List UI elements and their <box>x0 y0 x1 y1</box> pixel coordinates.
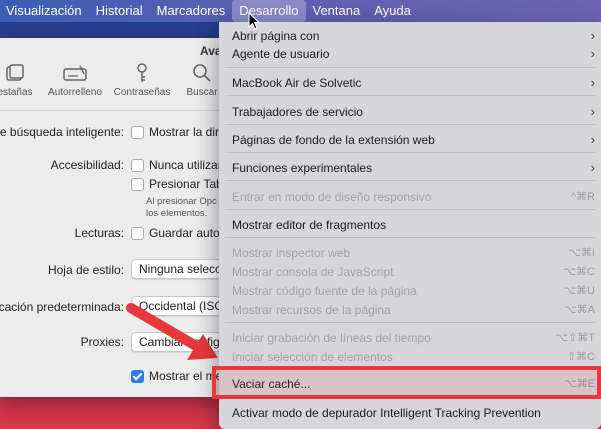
tabs-icon <box>0 62 38 84</box>
menu-item-agente-de-usuario[interactable]: Agente de usuario › <box>219 45 601 63</box>
annotation-arrow <box>126 303 218 360</box>
menu-ventana[interactable]: Ventana <box>306 0 368 22</box>
menu-separator <box>225 237 595 238</box>
show-menu-checkbox[interactable] <box>131 370 144 383</box>
menu-item-editor-de-fragmentos[interactable]: Mostrar editor de fragmentos <box>219 216 601 234</box>
toolbar-search-label: Buscar <box>186 87 218 98</box>
chevron-right-icon: › <box>590 132 595 147</box>
menu-separator <box>225 95 595 96</box>
smart-search-option: Mostrar la dire <box>149 125 226 139</box>
toolbar-autofill[interactable]: Autorrelleno <box>44 62 106 98</box>
accessibility-note-1: Al presionar Opc <box>146 196 217 207</box>
menu-item-consola-javascript[interactable]: Mostrar consola de JavaScript ⌥⌘C <box>219 263 601 281</box>
encoding-label: icación predeterminada: <box>0 300 124 314</box>
toolbar-tabs[interactable]: estañas <box>0 62 38 98</box>
menu-bar: Visualización Historial Marcadores Desar… <box>0 0 601 22</box>
menu-separator <box>225 152 595 153</box>
search-icon <box>180 62 224 84</box>
chevron-right-icon: › <box>590 160 595 175</box>
menu-historial[interactable]: Historial <box>89 0 150 22</box>
toolbar-tabs-label: estañas <box>0 87 33 98</box>
mouse-cursor-icon <box>248 12 260 30</box>
menu-separator <box>225 67 595 68</box>
reading-checkbox[interactable] <box>131 227 144 240</box>
menu-marcadores[interactable]: Marcadores <box>150 0 233 22</box>
menu-item-seleccion-elementos[interactable]: Iniciar selección de elementos ⇧⌘C <box>219 348 601 366</box>
accessibility-option-1: Nunca utilizar <box>149 158 222 172</box>
stylesheet-label: Hoja de estilo: <box>47 263 124 277</box>
menu-item-codigo-fuente[interactable]: Mostrar código fuente de la página ⌥⌘U <box>219 282 601 300</box>
menu-item-grabacion-lineas-tiempo[interactable]: Iniciar grabación de líneas del tiempo ⌥⇧… <box>219 329 601 347</box>
reading-label: Lecturas: <box>74 226 124 240</box>
accessibility-checkbox-2[interactable] <box>131 178 144 191</box>
menu-separator <box>225 322 595 323</box>
menu-item-funciones-experimentales[interactable]: Funciones experimentales › <box>219 159 601 177</box>
menu-item-inspector-web[interactable]: Mostrar inspector web ⌥⌘I <box>219 244 601 262</box>
smart-search-checkbox[interactable] <box>131 126 144 139</box>
proxies-label: Proxies: <box>80 335 124 349</box>
toolbar-search[interactable]: Buscar <box>180 62 224 98</box>
chevron-right-icon: › <box>590 28 595 43</box>
autofill-icon <box>44 62 106 84</box>
menu-item-depurador-itp[interactable]: Activar modo de depurador Intelligent Tr… <box>219 404 601 422</box>
menu-visualizacion[interactable]: Visualización <box>0 0 89 22</box>
chevron-right-icon: › <box>590 104 595 119</box>
highlight-box <box>212 366 601 399</box>
menu-item-abrir-pagina-con[interactable]: Abrir página con › <box>219 27 601 45</box>
menu-item-paginas-de-fondo[interactable]: Páginas de fondo de la extensión web › <box>219 131 601 149</box>
menu-ayuda[interactable]: Ayuda <box>367 0 418 22</box>
menu-desarrollo[interactable]: Desarrollo <box>232 0 306 22</box>
menu-separator <box>225 180 595 181</box>
menu-separator <box>225 124 595 125</box>
menu-item-modo-diseno-responsivo[interactable]: Entrar en modo de diseño responsivo ^⌘R <box>219 188 601 206</box>
accessibility-label: Accesibilidad: <box>50 158 124 172</box>
chevron-right-icon: › <box>590 75 595 90</box>
toolbar-passwords-label: Contraseñas <box>113 87 171 98</box>
menu-item-recursos-pagina[interactable]: Mostrar recursos de la página ⌥⌘A <box>219 301 601 319</box>
accessibility-option-2: Presionar Tab <box>149 177 223 191</box>
reading-option: Guardar autor <box>149 226 224 240</box>
accessibility-note-2: los elementos. <box>146 208 208 219</box>
accessibility-checkbox-1[interactable] <box>131 159 144 172</box>
toolbar-autofill-label: Autorrelleno <box>48 87 102 98</box>
key-icon <box>110 62 174 84</box>
toolbar-passwords[interactable]: Contraseñas <box>110 62 174 98</box>
menu-item-macbook-air[interactable]: MacBook Air de Solvetic › <box>219 74 601 92</box>
menu-separator <box>225 209 595 210</box>
menu-item-trabajadores-de-servicio[interactable]: Trabajadores de servicio › <box>219 103 601 121</box>
chevron-right-icon: › <box>590 46 595 61</box>
smart-search-label: de búsqueda inteligente: <box>0 125 124 139</box>
